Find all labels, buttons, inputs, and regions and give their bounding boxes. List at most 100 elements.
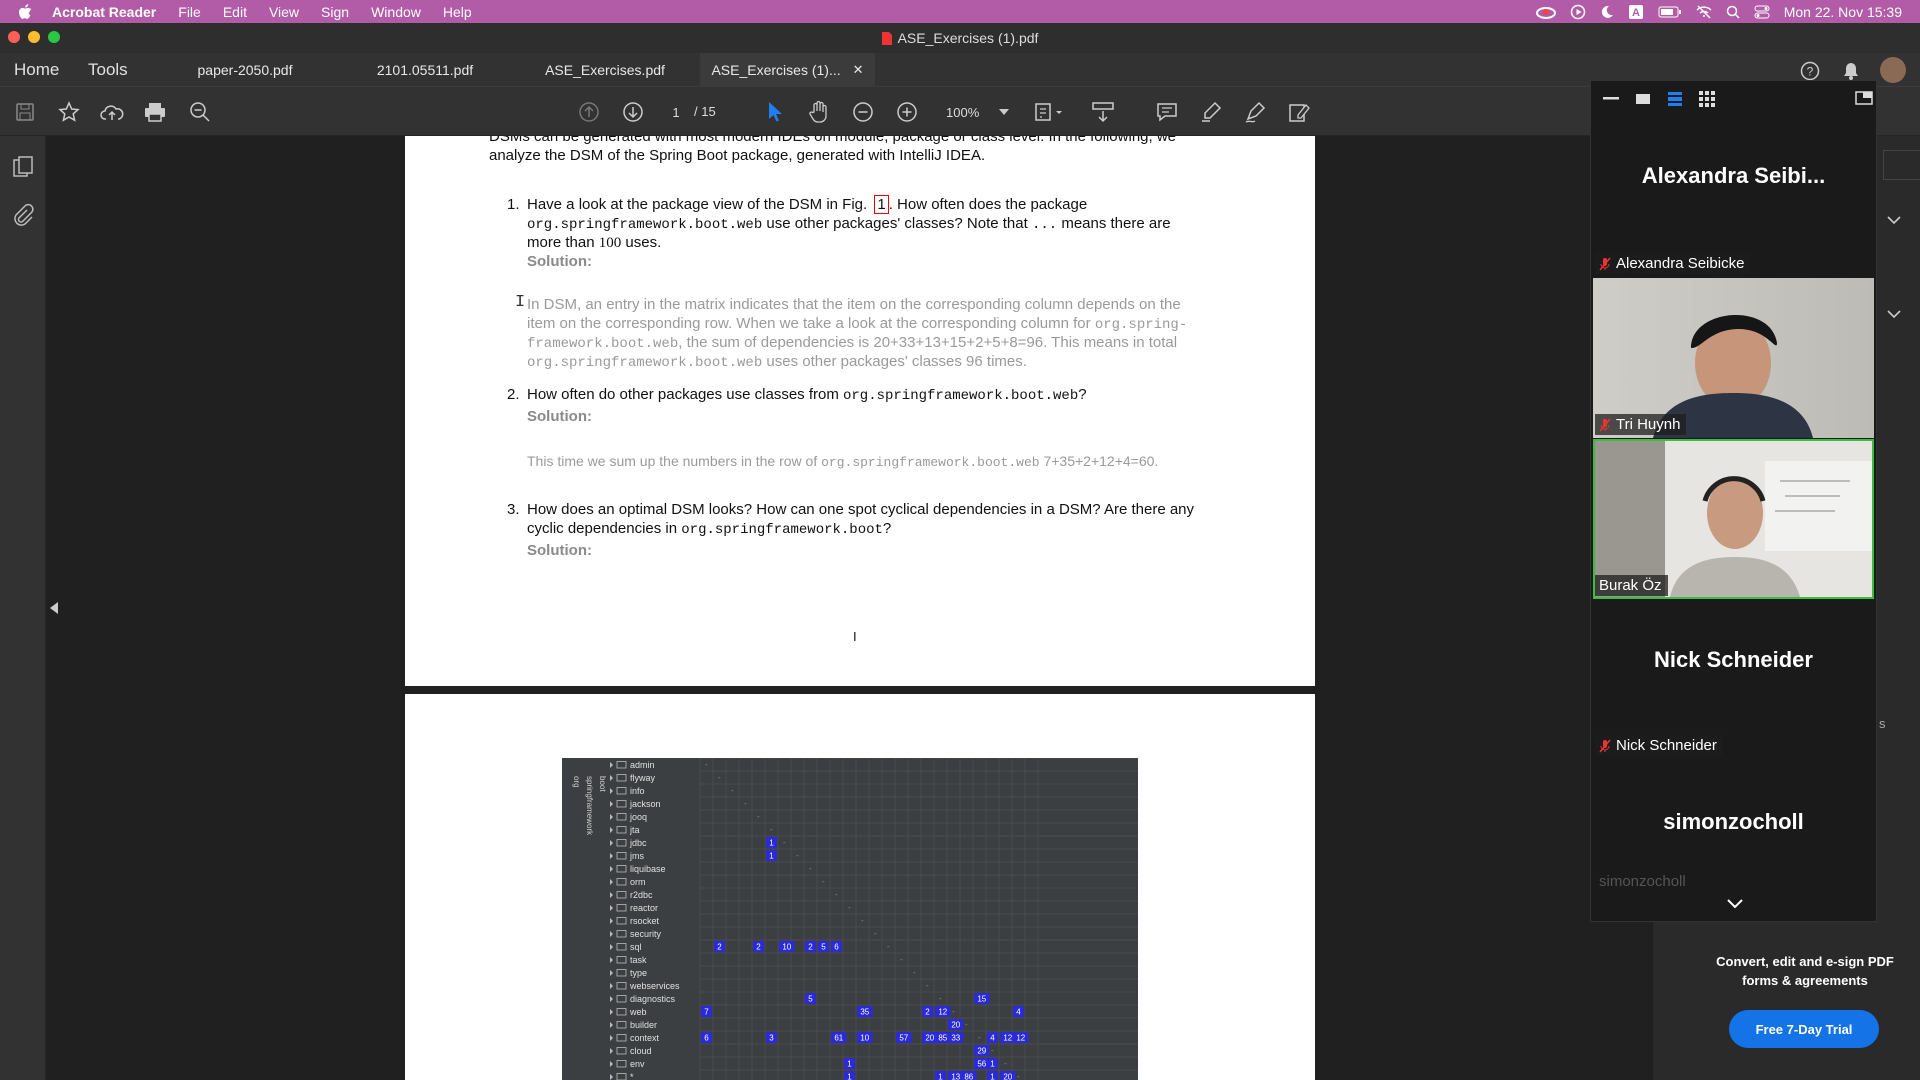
q2-text: ?: [1078, 386, 1087, 403]
menu-help[interactable]: Help: [443, 4, 472, 20]
panel-chevron-down-icon[interactable]: [1887, 310, 1901, 319]
participant-video-tile-2[interactable]: Tri Huynh: [1593, 278, 1874, 438]
spotlight-search-icon[interactable]: [1726, 5, 1740, 19]
input-method-icon[interactable]: A: [1628, 4, 1644, 20]
speaker-view-icon[interactable]: [1635, 93, 1651, 105]
window-titlebar: ASE_Exercises (1).pdf: [0, 23, 1920, 53]
dsm-row-label: jta: [629, 825, 640, 835]
question-2-line: How often do other packages use classes …: [527, 386, 1087, 406]
dsm-diagonal-mark: -: [952, 1007, 955, 1016]
menu-window[interactable]: Window: [371, 4, 421, 20]
dsm-diagonal-mark: -: [913, 968, 916, 977]
dsm-diagonal-mark: -: [874, 929, 877, 938]
menu-sign[interactable]: Sign: [321, 4, 349, 20]
scroll-down-chevron-icon[interactable]: [1727, 899, 1743, 909]
sign-pen-icon[interactable]: [1240, 97, 1270, 127]
dsm-cell-value: 85: [938, 1034, 947, 1043]
q1-text-e: more than: [527, 234, 599, 251]
wifi-off-icon[interactable]: [1696, 4, 1712, 19]
intro-line-2: analyze the DSM of the Spring Boot packa…: [489, 147, 986, 164]
creative-cloud-icon[interactable]: [1535, 5, 1556, 19]
dsm-cell-value: 10: [860, 1034, 869, 1043]
panel-chevron-down-icon[interactable]: [1887, 216, 1901, 225]
save-icon[interactable]: [10, 97, 40, 127]
document-workspace[interactable]: DSMs can be generated with most modern I…: [46, 136, 1652, 1080]
apple-logo-icon[interactable]: [18, 3, 38, 20]
next-page-icon[interactable]: [618, 97, 648, 127]
svg-text:?: ?: [1807, 65, 1814, 79]
question-1-line-2: org.springframework.boot.web use other p…: [527, 215, 1171, 235]
menu-view[interactable]: View: [269, 4, 299, 20]
dsm-cell-value: 12: [1016, 1034, 1025, 1043]
participant-tile-4[interactable]: Nick Schneider Nick Schneider: [1593, 601, 1874, 761]
s2-text: 7+35+2+12+4=60.: [1039, 453, 1159, 469]
dsm-row-label: sql: [630, 942, 642, 952]
dsm-row-label: orm: [630, 877, 646, 887]
participant-label: Alexandra Seibicke: [1595, 253, 1751, 274]
panel-search-box[interactable]: [1883, 150, 1920, 180]
s2-text: This time we sum up the numbers in the r…: [527, 453, 822, 469]
pdf-page-2: org springframework boot - - - - - - - - - - - - - - - - - -…: [405, 694, 1315, 1080]
dsm-row-label: type: [630, 968, 647, 978]
dsm-cell-value: 6: [834, 943, 839, 952]
help-icon[interactable]: ?: [1800, 61, 1820, 81]
collapse-panel-arrow-icon[interactable]: [50, 602, 58, 614]
participant-video-tile-3[interactable]: Burak Öz: [1593, 439, 1874, 599]
play-circle-icon[interactable]: [1570, 4, 1586, 20]
menu-file[interactable]: File: [178, 4, 201, 20]
tab-paper-2050[interactable]: paper-2050.pdf: [160, 53, 330, 87]
attachment-icon[interactable]: [12, 202, 34, 226]
q3-code: org.springframework.boot: [681, 522, 883, 538]
minimize-window-button[interactable]: [28, 31, 40, 43]
solution-label-2: Solution:: [527, 408, 592, 425]
edit-pdf-icon[interactable]: [1284, 97, 1314, 127]
minimize-icon[interactable]: [1603, 97, 1619, 101]
participant-tile-1[interactable]: Alexandra Seibi... Alexandra Seibicke: [1593, 119, 1874, 279]
figure-link[interactable]: 1: [874, 195, 889, 214]
menu-edit[interactable]: Edit: [223, 4, 247, 20]
page-number-input[interactable]: 1: [664, 99, 688, 125]
zoom-search-icon[interactable]: [185, 97, 215, 127]
tab-ase-exercises[interactable]: ASE_Exercises.pdf: [520, 53, 690, 87]
print-icon[interactable]: [140, 97, 170, 127]
star-icon[interactable]: [54, 97, 84, 127]
zoom-out-icon[interactable]: [848, 97, 878, 127]
tools-nav[interactable]: Tools: [88, 60, 128, 80]
strip-view-icon[interactable]: [1667, 91, 1683, 107]
zoom-level-value: 100%: [946, 104, 980, 120]
dsm-diagonal-mark: -: [1004, 1059, 1007, 1068]
dsm-diagonal-mark: -: [731, 786, 734, 795]
zoom-level-select[interactable]: 100%: [938, 99, 1018, 125]
moon-icon[interactable]: [1600, 5, 1614, 19]
dsm-diagonal-mark: -: [861, 916, 864, 925]
zoom-in-icon[interactable]: [892, 97, 922, 127]
zoom-window-button[interactable]: [48, 31, 60, 43]
dsm-row-label: diagnostics: [630, 994, 676, 1004]
tab-ase-exercises-1[interactable]: ASE_Exercises (1)... ✕: [700, 53, 875, 87]
home-nav[interactable]: Home: [14, 60, 59, 80]
control-center-icon[interactable]: [1754, 5, 1770, 19]
menu-app-name[interactable]: Acrobat Reader: [52, 4, 156, 20]
previous-page-icon[interactable]: [574, 97, 604, 127]
gallery-view-icon[interactable]: [1699, 91, 1715, 107]
comment-icon[interactable]: [1152, 97, 1182, 127]
dsm-row-label: liquibase: [630, 864, 666, 874]
battery-icon[interactable]: [1658, 6, 1682, 18]
tab-2101-05511[interactable]: 2101.05511.pdf: [340, 53, 510, 87]
page-layout-icon[interactable]: [1034, 97, 1064, 127]
menu-clock[interactable]: Mon 22. Nov 15:39: [1784, 4, 1902, 20]
page-thumbnails-icon[interactable]: [12, 156, 34, 180]
pop-out-icon[interactable]: [1855, 91, 1873, 105]
close-window-button[interactable]: [8, 31, 20, 43]
video-call-panel: Alexandra Seibi... Alexandra Seibicke Tr…: [1590, 80, 1877, 922]
close-tab-icon[interactable]: ✕: [853, 62, 864, 78]
highlight-pen-icon[interactable]: [1196, 97, 1226, 127]
user-avatar[interactable]: [1880, 57, 1906, 83]
free-trial-button[interactable]: Free 7-Day Trial: [1729, 1010, 1879, 1048]
scroll-mode-icon[interactable]: [1088, 97, 1118, 127]
participant-tile-5[interactable]: simonzocholl simonzocholl: [1593, 763, 1874, 895]
hand-tool-icon[interactable]: [804, 97, 834, 127]
select-cursor-icon[interactable]: [760, 97, 790, 127]
cloud-upload-icon[interactable]: [97, 97, 127, 127]
notifications-bell-icon[interactable]: [1842, 61, 1860, 81]
